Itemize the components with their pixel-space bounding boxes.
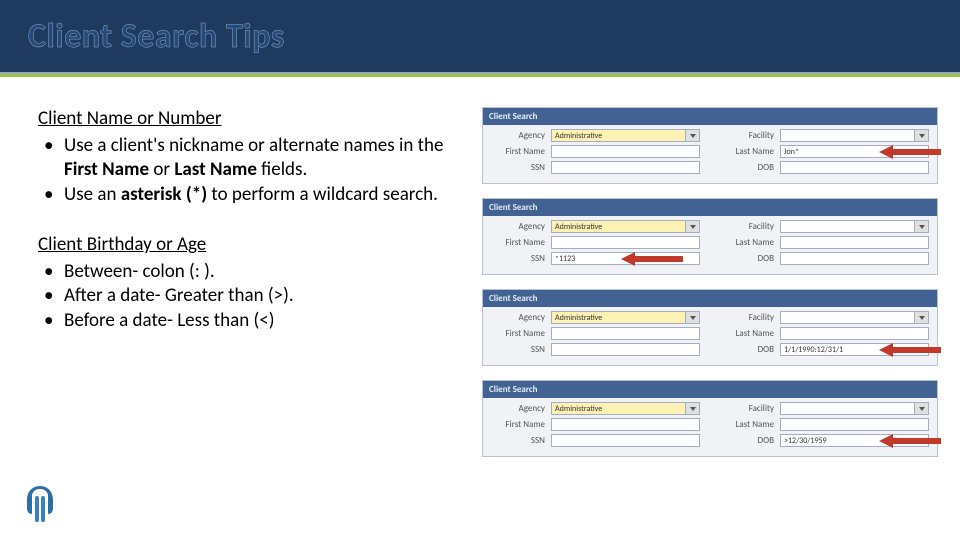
list-item: • Use a client's nickname or alternate n… bbox=[44, 134, 458, 183]
section2-heading: Client Birthday or Age bbox=[38, 233, 458, 256]
facility-label: Facility bbox=[720, 130, 780, 141]
bullet-icon: • bbox=[44, 134, 64, 183]
section1-list: • Use a client's nickname or alternate n… bbox=[38, 134, 458, 207]
facility-field[interactable] bbox=[780, 129, 915, 142]
panel-body: Agency Administrative Facility First Nam… bbox=[483, 125, 937, 183]
panel-header: Client Search bbox=[483, 381, 937, 398]
firstname-field[interactable] bbox=[551, 145, 700, 158]
agency-field[interactable]: Administrative bbox=[551, 311, 686, 324]
dropdown-icon[interactable] bbox=[686, 311, 700, 324]
panel-body: Agency Administrative Facility First Nam… bbox=[483, 307, 937, 365]
dropdown-icon[interactable] bbox=[915, 129, 929, 142]
lastname-field[interactable] bbox=[780, 418, 929, 431]
dropdown-icon[interactable] bbox=[686, 129, 700, 142]
dob-field[interactable] bbox=[780, 252, 929, 265]
section2-list: •Between- colon (: ). •After a date- Gre… bbox=[38, 260, 458, 333]
list-item: •Between- colon (: ). bbox=[44, 260, 458, 284]
title-banner: Client Search Tips bbox=[0, 0, 960, 72]
bullet-text: After a date- Greater than (>). bbox=[64, 284, 458, 308]
lastname-field[interactable] bbox=[780, 327, 929, 340]
ssn-label: SSN bbox=[491, 344, 551, 355]
content-area: Client Name or Number • Use a client's n… bbox=[0, 77, 960, 457]
example-panel-ssn: Client Search Agency Administrative Faci… bbox=[482, 198, 938, 275]
bullet-icon: • bbox=[44, 309, 64, 333]
dropdown-icon[interactable] bbox=[686, 220, 700, 233]
lastname-label: Last Name bbox=[720, 328, 780, 339]
dropdown-icon[interactable] bbox=[915, 402, 929, 415]
agency-field[interactable]: Administrative bbox=[551, 129, 686, 142]
agency-label: Agency bbox=[491, 403, 551, 414]
panel-header: Client Search bbox=[483, 108, 937, 125]
facility-field[interactable] bbox=[780, 311, 915, 324]
ssn-label: SSN bbox=[491, 253, 551, 264]
bullet-icon: • bbox=[44, 260, 64, 284]
ssn-field[interactable] bbox=[551, 161, 700, 174]
dropdown-icon[interactable] bbox=[915, 220, 929, 233]
firstname-label: First Name bbox=[491, 146, 551, 157]
firstname-label: First Name bbox=[491, 237, 551, 248]
facility-label: Facility bbox=[720, 403, 780, 414]
bullet-text: Between- colon (: ). bbox=[64, 260, 458, 284]
bullet-text: Use an asterisk (*) to perform a wildcar… bbox=[64, 183, 458, 207]
firstname-label: First Name bbox=[491, 419, 551, 430]
panel-body: Agency Administrative Facility First Nam… bbox=[483, 398, 937, 456]
dob-label: DOB bbox=[720, 435, 780, 446]
panel-header: Client Search bbox=[483, 199, 937, 216]
example-panel-dob-after: Client Search Agency Administrative Faci… bbox=[482, 380, 938, 457]
agency-field[interactable]: Administrative bbox=[551, 402, 686, 415]
arrow-icon bbox=[621, 252, 683, 266]
firstname-label: First Name bbox=[491, 328, 551, 339]
ssn-field[interactable] bbox=[551, 434, 700, 447]
ssn-label: SSN bbox=[491, 435, 551, 446]
agency-label: Agency bbox=[491, 130, 551, 141]
facility-field[interactable] bbox=[780, 220, 915, 233]
left-column: Client Name or Number • Use a client's n… bbox=[38, 107, 458, 457]
list-item: • Use an asterisk (*) to perform a wildc… bbox=[44, 183, 458, 207]
agency-label: Agency bbox=[491, 312, 551, 323]
example-panel-lastname: Client Search Agency Administrative Faci… bbox=[482, 107, 938, 184]
ssn-field[interactable] bbox=[551, 343, 700, 356]
panel-body: Agency Administrative Facility First Nam… bbox=[483, 216, 937, 274]
right-column: Client Search Agency Administrative Faci… bbox=[482, 107, 938, 457]
dob-field[interactable] bbox=[780, 161, 929, 174]
example-panel-dob-range: Client Search Agency Administrative Faci… bbox=[482, 289, 938, 366]
firstname-field[interactable] bbox=[551, 418, 700, 431]
list-item: •Before a date- Less than (<) bbox=[44, 309, 458, 333]
bullet-text: Before a date- Less than (<) bbox=[64, 309, 458, 333]
facility-label: Facility bbox=[720, 221, 780, 232]
bullet-icon: • bbox=[44, 183, 64, 207]
dob-label: DOB bbox=[720, 162, 780, 173]
bullet-icon: • bbox=[44, 284, 64, 308]
agency-field[interactable]: Administrative bbox=[551, 220, 686, 233]
dropdown-icon[interactable] bbox=[686, 402, 700, 415]
bullet-text: Use a client's nickname or alternate nam… bbox=[64, 134, 458, 183]
dob-label: DOB bbox=[720, 344, 780, 355]
firstname-field[interactable] bbox=[551, 327, 700, 340]
firstname-field[interactable] bbox=[551, 236, 700, 249]
facility-label: Facility bbox=[720, 312, 780, 323]
lastname-field[interactable] bbox=[780, 236, 929, 249]
dob-label: DOB bbox=[720, 253, 780, 264]
arrow-icon bbox=[879, 434, 941, 448]
ssn-label: SSN bbox=[491, 162, 551, 173]
section1-heading: Client Name or Number bbox=[38, 107, 458, 130]
dropdown-icon[interactable] bbox=[915, 311, 929, 324]
page-title: Client Search Tips bbox=[28, 16, 285, 57]
lastname-label: Last Name bbox=[720, 237, 780, 248]
arrow-icon bbox=[879, 145, 941, 159]
panel-header: Client Search bbox=[483, 290, 937, 307]
facility-field[interactable] bbox=[780, 402, 915, 415]
arrow-icon bbox=[879, 343, 941, 357]
lastname-label: Last Name bbox=[720, 419, 780, 430]
brand-logo-icon bbox=[18, 482, 62, 526]
agency-label: Agency bbox=[491, 221, 551, 232]
list-item: •After a date- Greater than (>). bbox=[44, 284, 458, 308]
lastname-label: Last Name bbox=[720, 146, 780, 157]
